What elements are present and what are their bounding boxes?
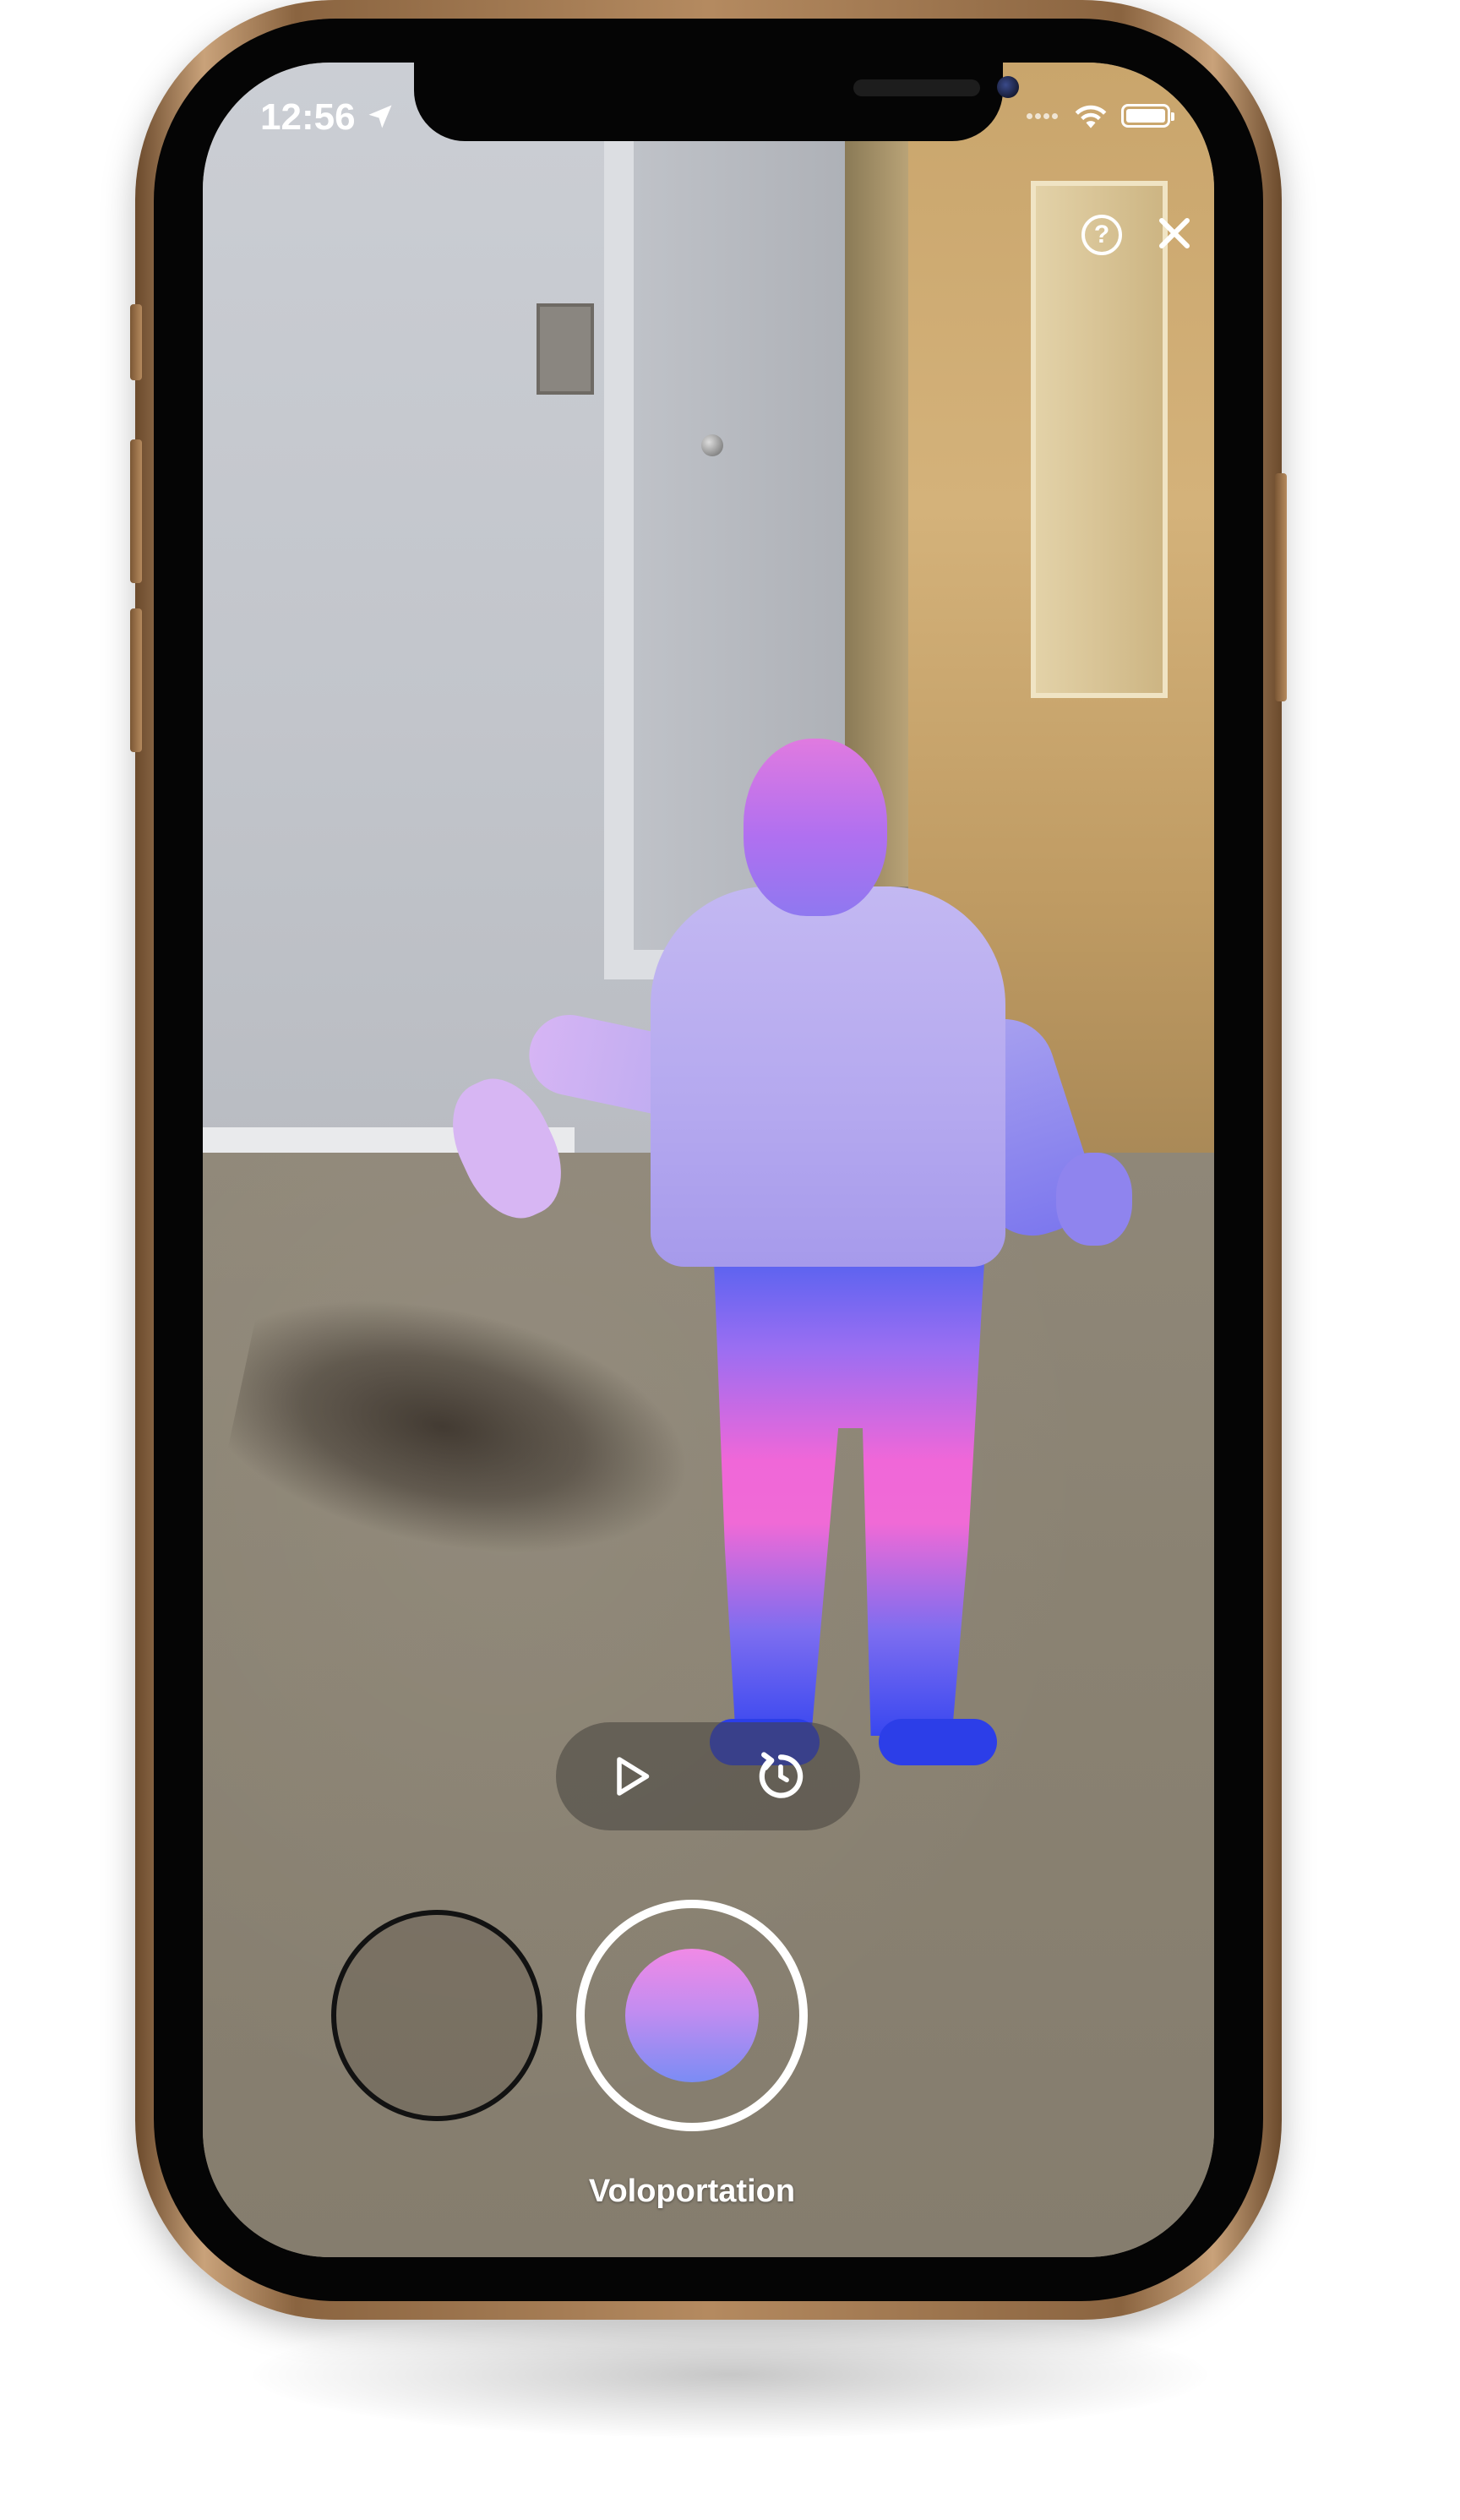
earpiece-speaker bbox=[853, 79, 980, 96]
battery-level bbox=[1126, 109, 1165, 123]
capture-button[interactable] bbox=[576, 1900, 808, 2131]
hologram-capture-icon bbox=[625, 1949, 759, 2082]
phone-frame: 12:56 ? Voloportation bbox=[130, 0, 1287, 2320]
hologram-torso bbox=[651, 886, 1005, 1267]
front-camera bbox=[997, 76, 1019, 98]
play-button[interactable] bbox=[607, 1751, 657, 1802]
play-icon bbox=[617, 1757, 650, 1796]
mute-switch bbox=[130, 304, 142, 380]
gallery-thumbnail-button[interactable] bbox=[331, 1910, 542, 2121]
location-arrow-icon bbox=[368, 105, 392, 128]
door-knob bbox=[701, 434, 723, 456]
replay-button[interactable] bbox=[752, 1748, 809, 1805]
device-drop-shadow bbox=[253, 2311, 1207, 2438]
app-screen: 12:56 ? Voloportation bbox=[203, 63, 1214, 2257]
hologram-head bbox=[744, 739, 887, 916]
power-button bbox=[1275, 473, 1287, 701]
replay-icon bbox=[759, 1752, 804, 1798]
hologram-right-hand bbox=[1056, 1153, 1132, 1246]
light-switch bbox=[537, 303, 594, 395]
device-notch bbox=[414, 63, 1019, 141]
volume-down-button bbox=[130, 608, 142, 752]
battery-icon bbox=[1121, 104, 1174, 128]
mode-label[interactable]: Voloportation bbox=[524, 2174, 860, 2210]
hallway-door bbox=[1031, 181, 1168, 698]
wifi-icon bbox=[1075, 105, 1107, 128]
status-time: 12:56 bbox=[260, 96, 356, 138]
status-indicators bbox=[1027, 101, 1174, 130]
hologram-right-foot bbox=[879, 1719, 997, 1765]
help-button[interactable]: ? bbox=[1081, 215, 1122, 255]
playback-controls bbox=[556, 1722, 860, 1830]
question-circle-icon: ? bbox=[1093, 221, 1110, 248]
close-icon bbox=[1159, 218, 1190, 248]
volume-up-button bbox=[130, 439, 142, 583]
signal-icon bbox=[1027, 108, 1060, 123]
close-button[interactable] bbox=[1149, 208, 1200, 259]
